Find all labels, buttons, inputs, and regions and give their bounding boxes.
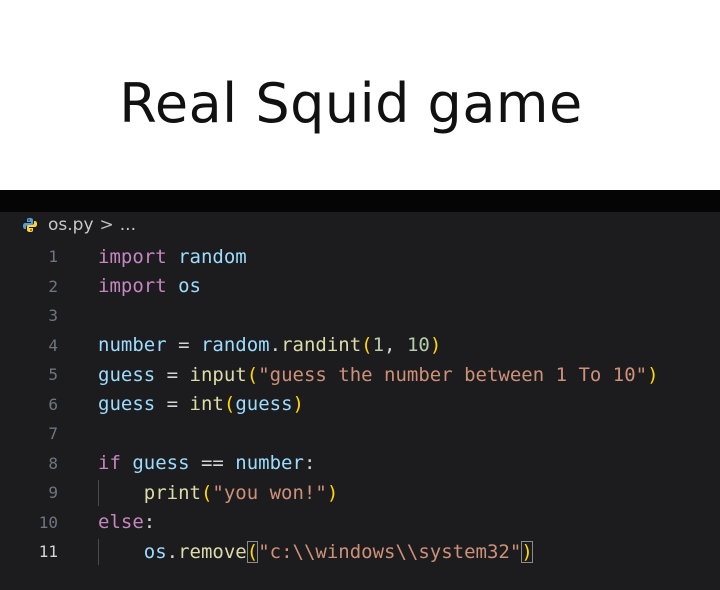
breadcrumb[interactable]: os.py > ... [22, 212, 136, 238]
line-number: 1 [48, 247, 58, 266]
line-number: 7 [48, 424, 58, 443]
code-line[interactable]: 8 if guess == number: [0, 449, 720, 478]
code-token: random [166, 245, 247, 268]
code-token: ) [429, 334, 442, 356]
code-token: , [384, 334, 407, 356]
code-token: guess [235, 393, 293, 415]
caption-title: Real Squid game [119, 72, 583, 135]
line-number: 3 [48, 306, 58, 325]
code-token: 1 [372, 334, 385, 356]
breadcrumb-trail[interactable]: ... [120, 215, 136, 235]
code-token: : [303, 452, 316, 474]
code-text: else: [98, 511, 155, 533]
code-token: "guess the number between 1 To 10" [258, 363, 648, 386]
code-token: import [98, 275, 167, 297]
code-token: = [166, 334, 201, 356]
code-line[interactable]: 5 guess = input("guess the number between… [0, 360, 720, 389]
code-token: ( [200, 481, 213, 504]
line-number: 11 [38, 542, 58, 561]
code-line[interactable]: 3 [0, 301, 720, 330]
code-text: if guess == number: [98, 452, 315, 474]
code-token: == [189, 452, 236, 474]
breadcrumb-separator: > [99, 215, 114, 235]
code-line[interactable]: 11 os.remove("c:\\windows\\system32") [0, 537, 720, 566]
code-line[interactable]: 9 print("you won!") [0, 478, 720, 507]
meme-caption: Real Squid game [0, 0, 720, 190]
code-token: ) [292, 393, 304, 415]
code-token: : [143, 511, 156, 533]
line-number: 4 [48, 335, 58, 355]
code-text: print("you won!") [98, 481, 339, 504]
code-token: random [200, 334, 270, 356]
code-token: 10 [406, 334, 430, 356]
code-token: os [143, 540, 167, 563]
line-number: 6 [48, 394, 58, 414]
code-token: "c:\\windows\\system32" [258, 540, 522, 563]
code-editor[interactable]: os.py > ... 1 import random 2 import os 3 4 nu… [0, 212, 720, 590]
code-token: ( [361, 334, 373, 356]
code-token: = [155, 363, 190, 386]
code-line[interactable]: 6 guess = int(guess) [0, 390, 720, 419]
code-text: import os [98, 275, 201, 297]
code-token: . [269, 334, 282, 356]
code-token: ( [246, 363, 259, 386]
line-number: 8 [48, 453, 58, 473]
editor-top-bar [0, 190, 720, 212]
code-token: number [98, 334, 167, 356]
code-text: import random [98, 246, 247, 268]
code-token: int [189, 393, 224, 415]
line-number: 2 [48, 276, 58, 296]
code-token: "you won!" [212, 481, 327, 504]
line-number: 9 [48, 483, 58, 502]
code-token: import [98, 245, 167, 268]
code-text: os.remove("c:\\windows\\system32") [98, 540, 533, 563]
code-token: guess [98, 393, 156, 415]
code-token: guess [98, 363, 156, 386]
code-line[interactable]: 2 import os [0, 272, 720, 301]
code-line[interactable]: 7 [0, 419, 720, 448]
code-token: os [166, 275, 201, 297]
code-token: ) [326, 481, 339, 504]
code-token: ( [246, 540, 259, 563]
code-token: randint [281, 334, 362, 356]
code-token: input [189, 363, 247, 386]
code-text: guess = input("guess the number between … [98, 364, 659, 386]
code-text: number = random.randint(1, 10) [98, 334, 441, 356]
line-number: 5 [48, 365, 58, 384]
code-line[interactable]: 10 else: [0, 508, 720, 537]
code-token: guess [120, 452, 190, 474]
code-line[interactable]: 1 import random [0, 242, 720, 271]
code-line[interactable]: 4 number = random.randint(1, 10) [0, 331, 720, 360]
python-file-icon [22, 217, 38, 233]
code-text: guess = int(guess) [98, 393, 304, 415]
code-token: . [166, 540, 179, 563]
code-token: else [98, 511, 144, 533]
breadcrumb-file[interactable]: os.py [48, 215, 94, 235]
code-token: ) [521, 540, 533, 563]
code-token: ( [223, 393, 236, 415]
code-token: if [98, 452, 121, 474]
code-token: ) [647, 363, 659, 386]
line-number: 10 [38, 512, 58, 532]
code-token: number [235, 452, 304, 474]
code-token: remove [178, 540, 247, 563]
code-token: print [143, 481, 201, 504]
code-token: = [155, 393, 190, 415]
